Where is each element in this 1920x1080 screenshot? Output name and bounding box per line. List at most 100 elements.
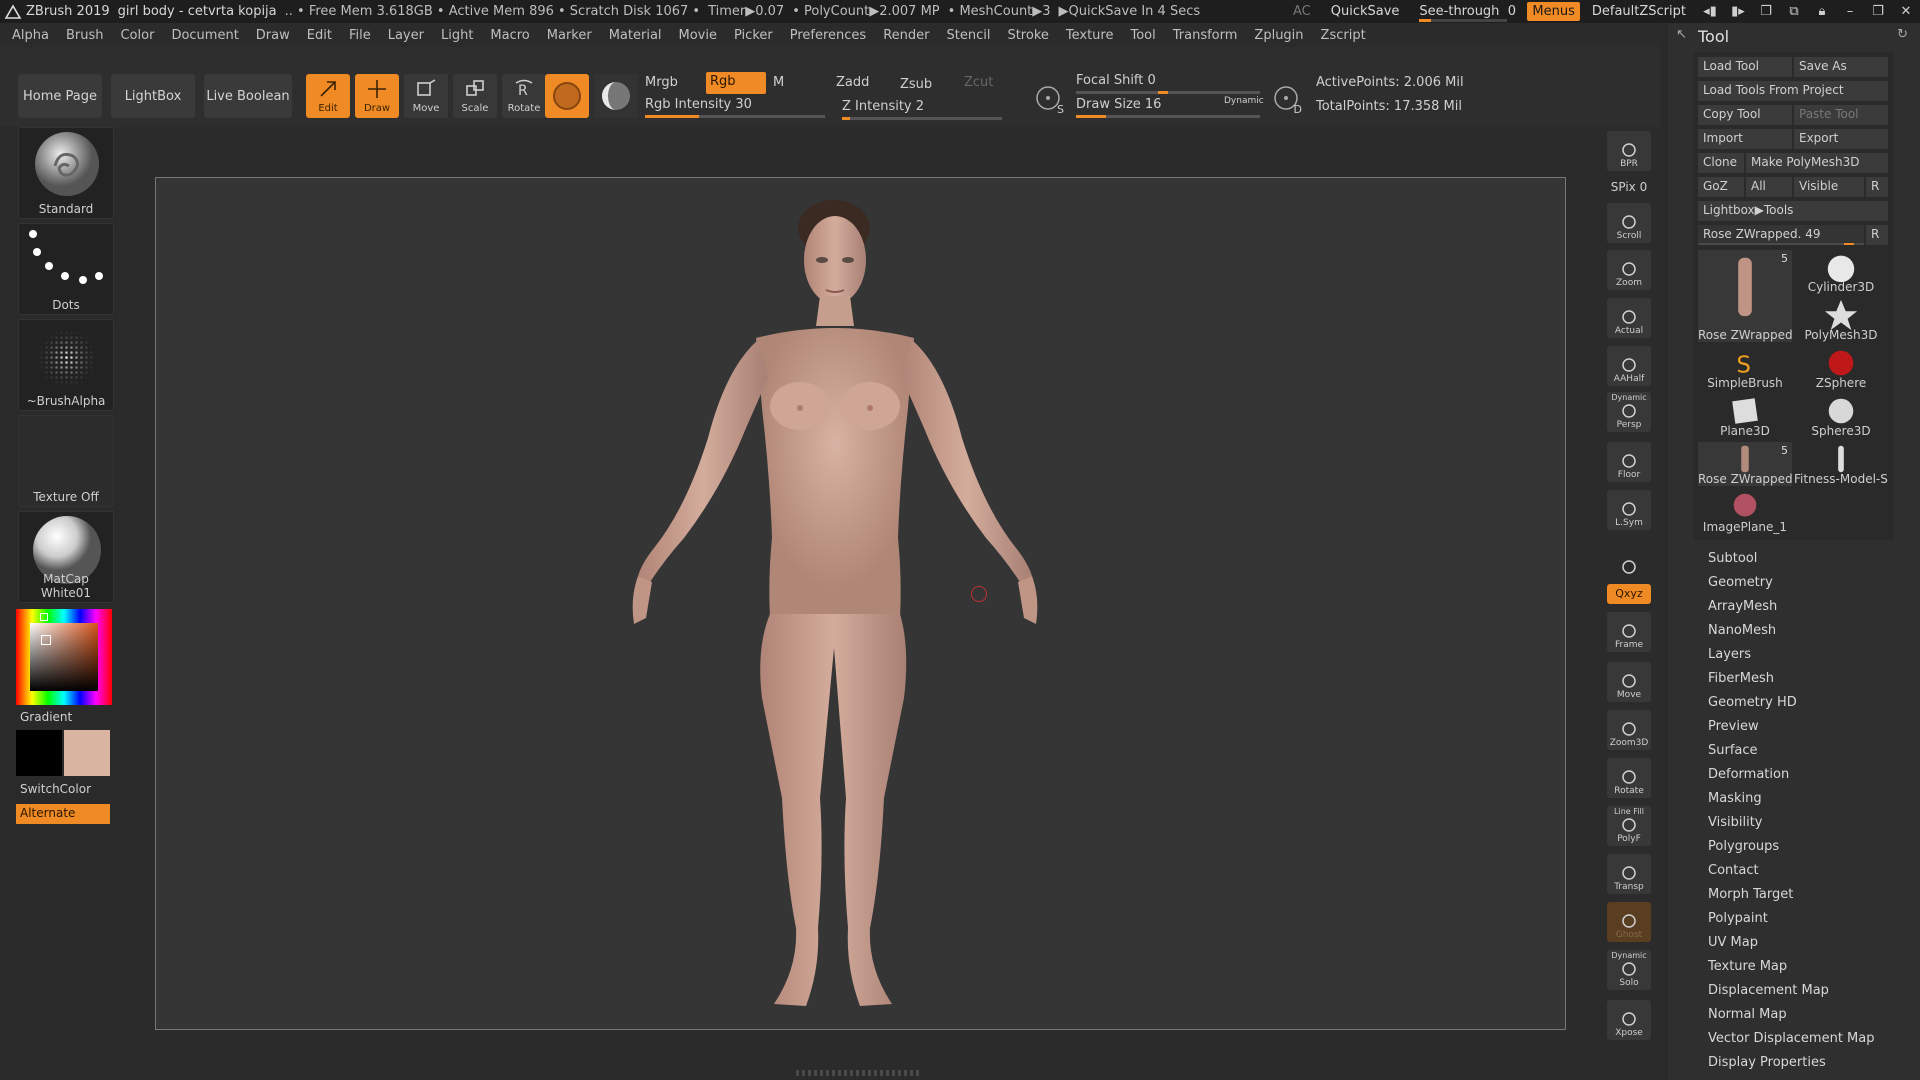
- load-tool-button[interactable]: Load Tool: [1698, 57, 1792, 77]
- tool-thumb-plane3d[interactable]: Plane3D: [1698, 394, 1792, 438]
- current-tool-slider[interactable]: Rose ZWrapped. 49: [1698, 225, 1864, 245]
- menu-material[interactable]: Material: [609, 28, 662, 43]
- tool-thumb-rose-zwrapped[interactable]: 5 Rose ZWrapped: [1698, 250, 1792, 342]
- goz-r-button[interactable]: R: [1866, 177, 1888, 197]
- goz-all-button[interactable]: All: [1746, 177, 1792, 197]
- saturation-square[interactable]: [30, 623, 98, 691]
- default-zscript-button[interactable]: DefaultZScript: [1592, 4, 1686, 19]
- menu-edit[interactable]: Edit: [307, 28, 332, 43]
- alpha-selector[interactable]: ~BrushAlpha: [18, 319, 115, 411]
- lightbox-button[interactable]: LightBox: [111, 74, 195, 118]
- layout-icon[interactable]: ▮▸: [1727, 4, 1749, 20]
- menu-marker[interactable]: Marker: [547, 28, 592, 43]
- tool-section-geometry-hd[interactable]: Geometry HD: [1708, 695, 1797, 710]
- menu-movie[interactable]: Movie: [679, 28, 717, 43]
- menu-texture[interactable]: Texture: [1066, 28, 1114, 43]
- tool-thumb-rose-zwrapped[interactable]: 5 Rose ZWrapped: [1698, 442, 1792, 486]
- stroke-selector[interactable]: Dots: [18, 223, 114, 315]
- copy-tool-button[interactable]: Copy Tool: [1698, 105, 1792, 125]
- tool-section-deformation[interactable]: Deformation: [1708, 767, 1789, 782]
- z-intensity-slider[interactable]: [842, 117, 1002, 120]
- edit-mode-button[interactable]: Edit: [306, 74, 350, 118]
- tool-section-vector-displacement-map[interactable]: Vector Displacement Map: [1708, 1031, 1875, 1046]
- tool-thumb-cylinder3d[interactable]: Cylinder3D: [1794, 250, 1888, 294]
- tool-section-nanomesh[interactable]: NanoMesh: [1708, 623, 1776, 638]
- menu-preferences[interactable]: Preferences: [790, 28, 866, 43]
- draw-mode-button[interactable]: Draw: [355, 74, 399, 118]
- ac-toggle[interactable]: AC: [1293, 4, 1311, 19]
- alternate-button[interactable]: Alternate: [16, 804, 110, 824]
- live-boolean-button[interactable]: Live Boolean: [204, 74, 292, 118]
- make-polymesh-button[interactable]: Make PolyMesh3D: [1746, 153, 1888, 173]
- menu-draw[interactable]: Draw: [256, 28, 290, 43]
- primary-color-swatch[interactable]: [16, 730, 62, 776]
- close-icon[interactable]: ✕: [1895, 4, 1917, 20]
- aahalf-button[interactable]: AAHalf: [1607, 346, 1651, 386]
- import-button[interactable]: Import: [1698, 129, 1792, 149]
- quicksave-button[interactable]: QuickSave: [1331, 4, 1400, 19]
- clone-button[interactable]: Clone: [1698, 153, 1744, 173]
- copy-window-icon[interactable]: ❐: [1755, 4, 1777, 20]
- move-button[interactable]: Move: [1607, 662, 1651, 702]
- transp-button[interactable]: Transp: [1607, 854, 1651, 894]
- solo-button[interactable]: Dynamic Solo: [1607, 950, 1651, 990]
- rgb-intensity-slider[interactable]: [645, 115, 825, 118]
- s-brush-size-icon[interactable]: S: [1030, 80, 1066, 116]
- ghost-button[interactable]: Ghost: [1607, 902, 1651, 942]
- floor-button[interactable]: Floor: [1607, 442, 1651, 482]
- move-mode-button[interactable]: Move: [404, 74, 448, 118]
- tool-section-preview[interactable]: Preview: [1708, 719, 1759, 734]
- duplicate-window-icon[interactable]: ⧉: [1783, 4, 1805, 20]
- tool-thumb-sphere3d[interactable]: Sphere3D: [1794, 394, 1888, 438]
- rgb-toggle[interactable]: Rgb: [706, 72, 766, 94]
- scroll-button[interactable]: Scroll: [1607, 203, 1651, 243]
- material-preview-icon[interactable]: [545, 74, 589, 118]
- menu-stencil[interactable]: Stencil: [946, 28, 990, 43]
- tool-section-fibermesh[interactable]: FiberMesh: [1708, 671, 1774, 686]
- persp-button[interactable]: Dynamic Persp: [1607, 392, 1651, 432]
- rotate-button[interactable]: Rotate: [1607, 758, 1651, 798]
- tool-thumb-polymesh3d[interactable]: PolyMesh3D: [1794, 298, 1888, 342]
- tool-section-morph-target[interactable]: Morph Target: [1708, 887, 1793, 902]
- zsub-toggle[interactable]: Zsub: [900, 77, 932, 92]
- material-selector[interactable]: MatCap White01: [18, 511, 114, 603]
- xyz-button[interactable]: Qxyz: [1607, 584, 1651, 604]
- save-as-button[interactable]: Save As: [1794, 57, 1888, 77]
- tool-section-displacement-map[interactable]: Displacement Map: [1708, 983, 1829, 998]
- goz-button[interactable]: GoZ: [1698, 177, 1744, 197]
- home-page-button[interactable]: Home Page: [18, 74, 102, 118]
- menu-tool[interactable]: Tool: [1130, 28, 1155, 43]
- lock-button[interactable]: [1607, 538, 1651, 578]
- tool-thumb-simplebrush[interactable]: S SimpleBrush: [1698, 346, 1792, 390]
- refresh-icon[interactable]: ↻: [1897, 27, 1908, 42]
- document-canvas[interactable]: [155, 177, 1566, 1030]
- menu-render[interactable]: Render: [883, 28, 929, 43]
- menu-file[interactable]: File: [349, 28, 371, 43]
- zoom-button[interactable]: Zoom: [1607, 250, 1651, 290]
- menu-stroke[interactable]: Stroke: [1007, 28, 1048, 43]
- goz-visible-button[interactable]: Visible: [1794, 177, 1864, 197]
- spix-slider-button[interactable]: SPix 0: [1607, 178, 1651, 198]
- sphere-material-icon[interactable]: [594, 74, 638, 118]
- palette-icon[interactable]: ◂▮: [1699, 4, 1721, 20]
- female-body-model[interactable]: [156, 178, 1566, 1030]
- brush-selector[interactable]: Standard: [18, 127, 114, 219]
- load-tools-from-project-button[interactable]: Load Tools From Project: [1698, 81, 1888, 101]
- tool-thumb-fitness-model-sh[interactable]: Fitness-Model-Sh: [1794, 442, 1888, 486]
- menu-light[interactable]: Light: [441, 28, 473, 43]
- polyf-button[interactable]: Line Fill PolyF: [1607, 806, 1651, 846]
- tool-section-surface[interactable]: Surface: [1708, 743, 1758, 758]
- actual-button[interactable]: Actual: [1607, 298, 1651, 338]
- bottom-tray-handle[interactable]: [796, 1070, 922, 1076]
- dynamic-toggle[interactable]: Dynamic: [1224, 96, 1264, 106]
- switch-color-button[interactable]: SwitchColor: [20, 782, 91, 796]
- tool-section-polypaint[interactable]: Polypaint: [1708, 911, 1768, 926]
- menu-picker[interactable]: Picker: [734, 28, 773, 43]
- menu-macro[interactable]: Macro: [490, 28, 529, 43]
- current-tool-r-button[interactable]: R: [1866, 225, 1888, 245]
- menu-alpha[interactable]: Alpha: [12, 28, 49, 43]
- tool-thumb-zsphere[interactable]: ZSphere: [1794, 346, 1888, 390]
- tool-section-geometry[interactable]: Geometry: [1708, 575, 1773, 590]
- m-toggle[interactable]: M: [773, 75, 784, 90]
- tool-section-texture-map[interactable]: Texture Map: [1708, 959, 1787, 974]
